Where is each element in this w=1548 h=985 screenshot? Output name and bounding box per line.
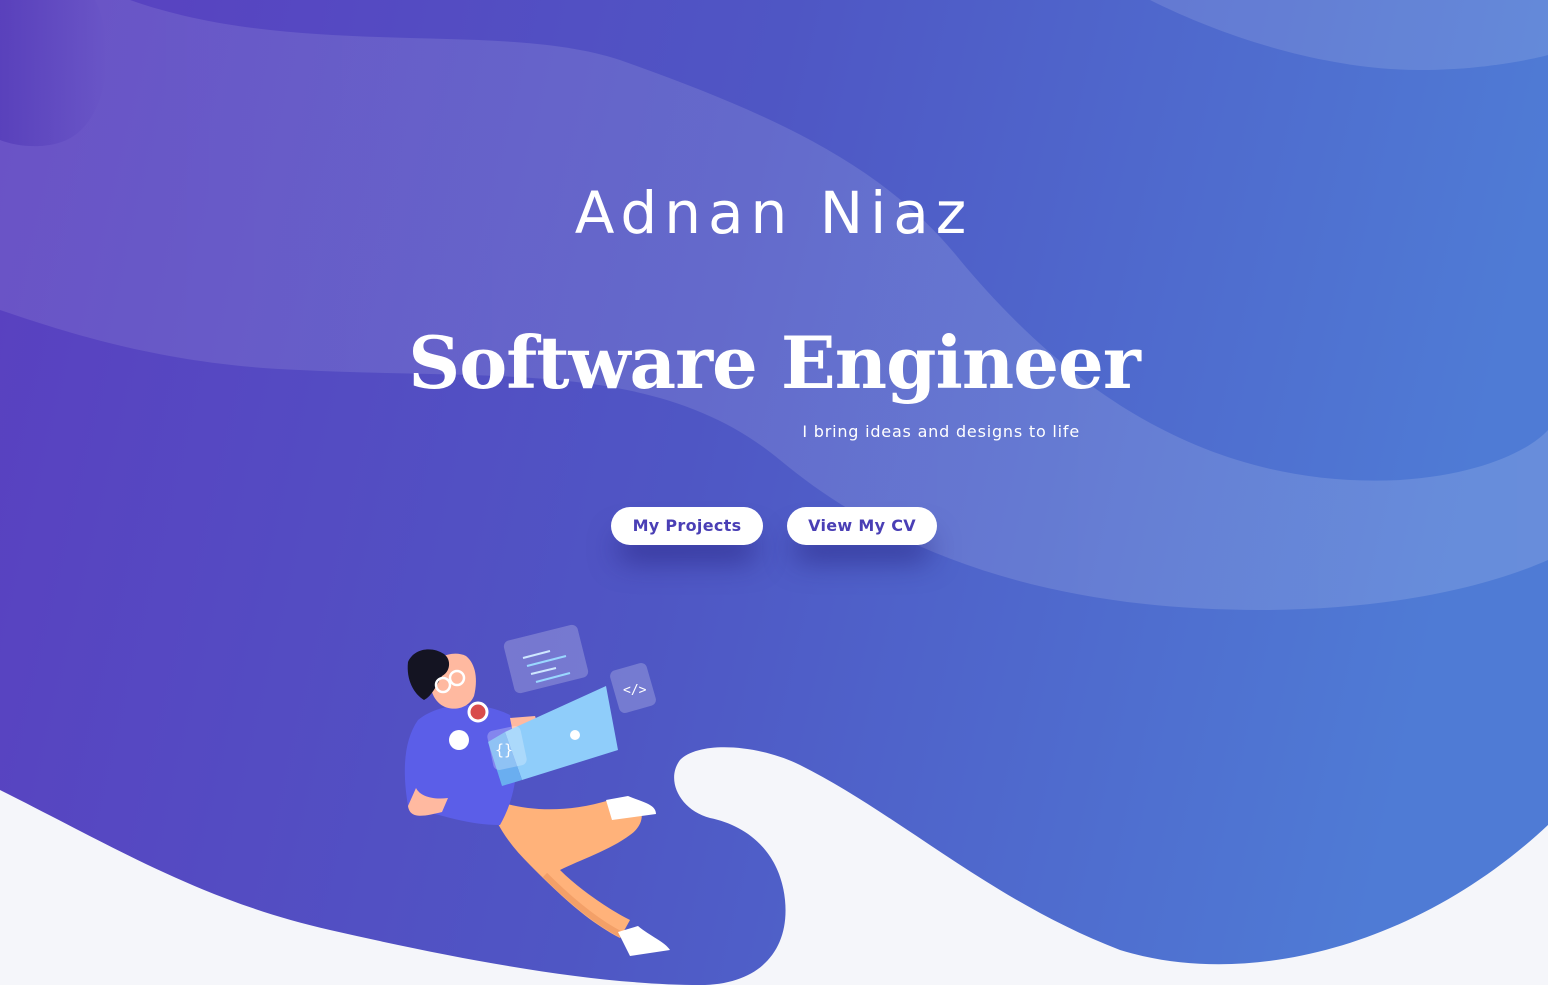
code-tag-label: </> [623,683,647,698]
my-projects-button[interactable]: My Projects [611,507,763,545]
hero-content: Adnan Niaz Software Engineer I bring ide… [0,0,1548,600]
view-cv-button[interactable]: View My CV [787,507,937,545]
hero-tagline: I bring ideas and designs to life [802,422,1080,441]
code-window-card [503,624,589,694]
developer-illustration: </> {} [404,624,670,956]
hero-title: Software Engineer [408,320,1141,405]
hero-name: Adnan Niaz [574,179,974,247]
code-braces-label: {} [495,741,513,759]
code-tag-card: </> [610,663,656,713]
hero-section: Adnan Niaz Software Engineer I bring ide… [0,0,1548,985]
